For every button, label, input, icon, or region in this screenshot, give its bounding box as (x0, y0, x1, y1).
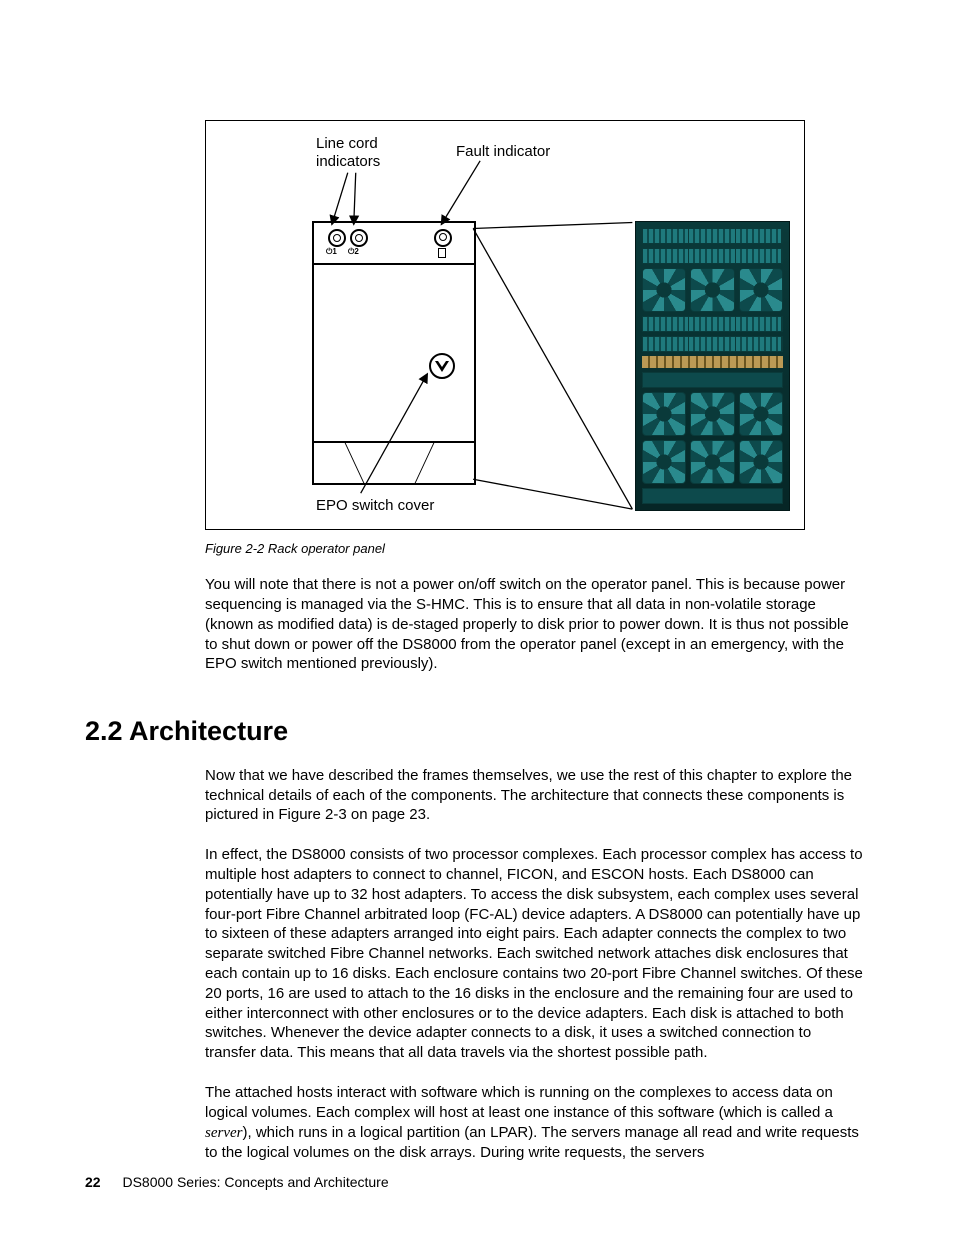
epo-switch-icon (429, 353, 455, 379)
paragraph-panel-note: You will note that there is not a power … (205, 575, 865, 674)
line-cord-led-1 (328, 229, 346, 247)
book-title: DS8000 Series: Concepts and Architecture (122, 1174, 388, 1190)
label-line-cord-indicators: Line cord indicators (316, 135, 380, 171)
paragraph-arch-intro: Now that we have described the frames th… (205, 766, 865, 825)
server-term: server (205, 1125, 243, 1141)
fault-led (434, 229, 452, 247)
page-footer: 22 DS8000 Series: Concepts and Architect… (85, 1173, 389, 1191)
paragraph-arch-detail: In effect, the DS8000 consists of two pr… (205, 845, 865, 1063)
figure-caption: Figure 2-2 Rack operator panel (205, 540, 805, 557)
fault-mark-icon (438, 248, 446, 258)
paragraph-arch-hosts: The attached hosts interact with softwar… (205, 1083, 865, 1163)
rack-photo (635, 221, 790, 511)
led-1-label: ⏻1 (326, 247, 337, 258)
figure-2-2: Line cord indicators Fault indicator EPO… (205, 120, 805, 530)
label-fault-indicator: Fault indicator (456, 143, 550, 161)
line-cord-led-2 (350, 229, 368, 247)
section-heading-2-2: 2.2 Architecture (85, 714, 869, 750)
led-2-label: ⏻2 (348, 247, 359, 258)
label-epo-switch-cover: EPO switch cover (316, 497, 434, 515)
operator-panel-schematic: ⏻1 ⏻2 (312, 221, 476, 485)
page-number: 22 (85, 1174, 101, 1190)
